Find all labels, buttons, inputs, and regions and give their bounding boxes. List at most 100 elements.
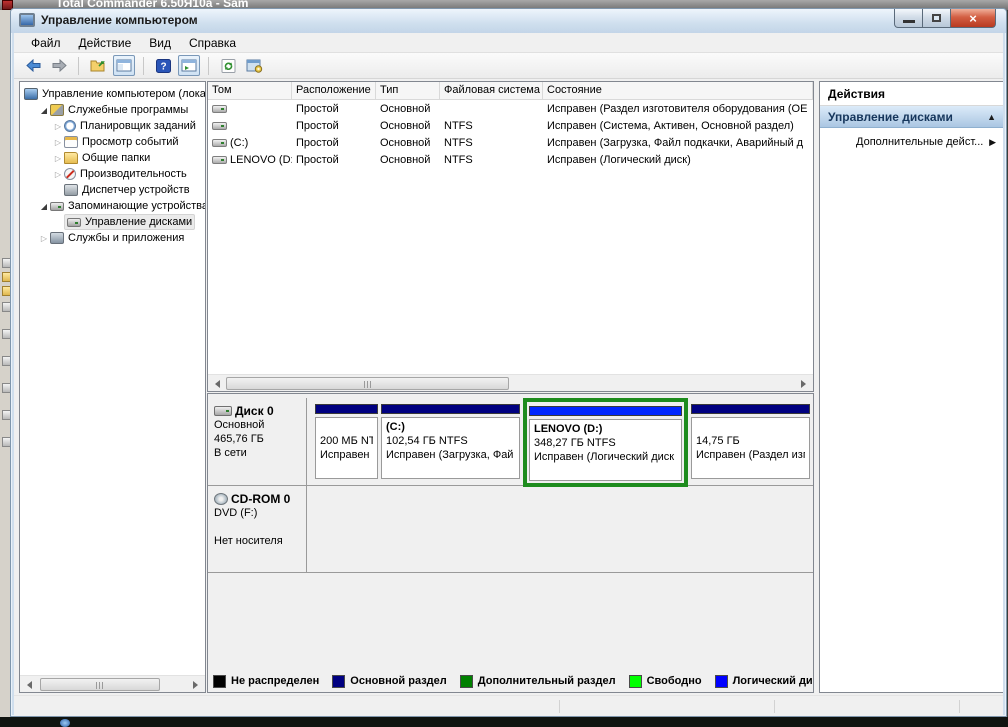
menu-action[interactable]: Действие bbox=[70, 34, 141, 52]
volume-row[interactable]: LENOVO (D:) Простой Основной NTFS Исправ… bbox=[208, 151, 813, 168]
tree-horizontal-scrollbar[interactable] bbox=[20, 675, 205, 692]
tree-item-label: Службы и приложения bbox=[68, 232, 184, 244]
column-header-filesystem[interactable]: Файловая система bbox=[440, 82, 543, 99]
column-header-status[interactable]: Состояние bbox=[543, 82, 813, 99]
tree-item-device-manager[interactable]: Диспетчер устройств bbox=[20, 182, 205, 198]
show-action-pane-button[interactable] bbox=[178, 55, 200, 76]
partition-c[interactable]: (C:) 102,54 ГБ NTFS Исправен (Загрузка, … bbox=[381, 404, 520, 479]
show-console-tree-icon bbox=[116, 59, 132, 72]
expander-collapsed-icon[interactable]: ▷ bbox=[52, 170, 64, 179]
expander-collapsed-icon[interactable]: ▷ bbox=[52, 138, 64, 147]
thumb-grip-icon bbox=[364, 381, 372, 388]
disk-name: Диск 0 bbox=[235, 404, 274, 418]
tree-item-task-scheduler[interactable]: ▷ Планировщик заданий bbox=[20, 118, 205, 134]
partition-legend: Не распределен Основной раздел Дополните… bbox=[213, 672, 813, 690]
legend-swatch-logical bbox=[715, 675, 728, 688]
expander-collapsed-icon[interactable]: ▷ bbox=[52, 154, 64, 163]
legend-swatch-primary bbox=[332, 675, 345, 688]
column-header-volume[interactable]: Том bbox=[208, 82, 292, 99]
show-console-tree-button[interactable] bbox=[113, 55, 135, 76]
actions-title: Действия bbox=[820, 82, 1003, 106]
disk-properties-button[interactable] bbox=[243, 55, 265, 76]
back-button[interactable] bbox=[22, 55, 44, 76]
partition-oem[interactable]: 14,75 ГБ Исправен (Раздел изг bbox=[691, 404, 810, 479]
tree-item-services-applications[interactable]: ▷ Службы и приложения bbox=[20, 230, 205, 246]
scroll-left-arrow[interactable] bbox=[22, 678, 37, 691]
volume-status: Исправен (Загрузка, Файл подкачки, Авари… bbox=[543, 137, 813, 149]
tree-item-label: Просмотр событий bbox=[82, 136, 179, 148]
tree-item-label: Управление компьютером (лока bbox=[42, 88, 205, 100]
menu-view[interactable]: Вид bbox=[140, 34, 180, 52]
volume-status: Исправен (Логический диск) bbox=[543, 154, 813, 166]
collapse-arrow-icon[interactable]: ▲ bbox=[987, 112, 996, 122]
device-manager-icon bbox=[64, 184, 78, 196]
statusbar-divider bbox=[774, 700, 775, 713]
shared-folders-icon bbox=[64, 152, 78, 164]
volume-list-pane: Том Расположение Тип Файловая система Со… bbox=[207, 81, 814, 392]
forward-icon bbox=[51, 59, 68, 72]
volume-row[interactable]: Простой Основной NTFS Исправен (Система,… bbox=[208, 117, 813, 134]
cdrom-drive-letter: DVD (F:) bbox=[214, 506, 302, 520]
tree-item-label: Общие папки bbox=[82, 152, 150, 164]
menu-bar: Файл Действие Вид Справка bbox=[14, 33, 1003, 53]
storage-icon bbox=[50, 202, 64, 211]
tree-item-shared-folders[interactable]: ▷ Общие папки bbox=[20, 150, 205, 166]
restore-button[interactable] bbox=[923, 9, 951, 28]
restore-icon bbox=[932, 14, 941, 22]
scroll-right-arrow[interactable] bbox=[188, 678, 203, 691]
performance-icon bbox=[64, 168, 76, 180]
toolbar-separator bbox=[208, 57, 209, 75]
volume-row[interactable]: Простой Основной Исправен (Раздел изгото… bbox=[208, 100, 813, 117]
refresh-button[interactable] bbox=[217, 55, 239, 76]
tree-item-storage[interactable]: ◢ Запоминающие устройства bbox=[20, 198, 205, 214]
disk-status: В сети bbox=[214, 446, 302, 460]
window-title: Управление компьютером bbox=[41, 13, 198, 27]
actions-section-label: Управление дисками bbox=[828, 110, 953, 124]
expander-expanded-icon[interactable]: ◢ bbox=[38, 202, 50, 211]
tree-item-computer-management[interactable]: Управление компьютером (лока bbox=[20, 86, 205, 102]
cdrom-name: CD-ROM 0 bbox=[231, 492, 290, 506]
column-header-type[interactable]: Тип bbox=[376, 82, 440, 99]
expander-collapsed-icon[interactable]: ▷ bbox=[52, 122, 64, 131]
minimize-button[interactable] bbox=[894, 9, 923, 28]
more-actions-item[interactable]: Дополнительные дейст... ▶ bbox=[820, 128, 1003, 148]
partition-size: 102,54 ГБ NTFS bbox=[386, 434, 515, 448]
expander-expanded-icon[interactable]: ◢ bbox=[38, 106, 50, 115]
cd-rom-icon bbox=[214, 493, 228, 505]
svg-text:?: ? bbox=[160, 61, 166, 72]
volume-name: LENOVO (D:) bbox=[230, 154, 292, 166]
tree-item-disk-management[interactable]: Управление дисками bbox=[20, 214, 205, 230]
column-header-layout[interactable]: Расположение bbox=[292, 82, 376, 99]
scroll-right-arrow[interactable] bbox=[796, 377, 811, 390]
toolbar-separator bbox=[78, 57, 79, 75]
cdrom-label-box[interactable]: CD-ROM 0 DVD (F:) Нет носителя bbox=[208, 486, 307, 572]
close-button[interactable]: × bbox=[951, 9, 996, 28]
tree-item-performance[interactable]: ▷ Производительность bbox=[20, 166, 205, 182]
legend-label: Не распределен bbox=[231, 675, 319, 687]
expander-collapsed-icon[interactable]: ▷ bbox=[38, 234, 50, 243]
scrollbar-thumb[interactable] bbox=[40, 678, 160, 691]
export-list-button[interactable] bbox=[87, 55, 109, 76]
disk0-label-box[interactable]: Диск 0 Основной 465,76 ГБ В сети bbox=[208, 398, 307, 485]
volume-row[interactable]: (C:) Простой Основной NTFS Исправен (Заг… bbox=[208, 134, 813, 151]
legend-item: Логический диск bbox=[715, 675, 813, 688]
minimize-icon bbox=[903, 20, 915, 23]
tree-item-event-viewer[interactable]: ▷ Просмотр событий bbox=[20, 134, 205, 150]
partition-lenovo-d[interactable]: LENOVO (D:) 348,27 ГБ NTFS Исправен (Лог… bbox=[523, 398, 688, 487]
scroll-left-arrow[interactable] bbox=[210, 377, 225, 390]
forward-button[interactable] bbox=[48, 55, 70, 76]
tree-item-system-tools[interactable]: ◢ Служебные программы bbox=[20, 102, 205, 118]
menu-help[interactable]: Справка bbox=[180, 34, 245, 52]
titlebar[interactable]: Управление компьютером × bbox=[11, 9, 1006, 33]
help-button[interactable]: ? bbox=[152, 55, 174, 76]
scrollbar-thumb[interactable] bbox=[226, 377, 509, 390]
partition-name bbox=[696, 420, 805, 434]
table-horizontal-scrollbar[interactable] bbox=[208, 374, 813, 391]
background-bottom-strip bbox=[0, 717, 1008, 727]
menu-file[interactable]: Файл bbox=[22, 34, 70, 52]
legend-item: Не распределен bbox=[213, 675, 319, 688]
partition-system-reserved[interactable]: 200 МБ NT Исправен bbox=[315, 404, 378, 479]
volume-icon bbox=[212, 156, 227, 164]
volume-layout: Простой bbox=[292, 137, 376, 149]
actions-section-header[interactable]: Управление дисками ▲ bbox=[820, 106, 1003, 128]
